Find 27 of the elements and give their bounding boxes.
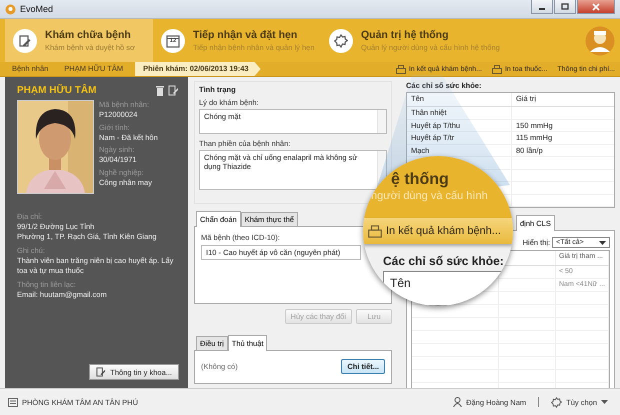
app-logo-icon — [5, 4, 16, 14]
printer-icon — [492, 64, 502, 74]
magnified-subtitle: người dùng và cấu hình — [371, 189, 489, 203]
edit-icon — [96, 367, 106, 377]
window-title: EvoMed — [20, 4, 54, 14]
gear-icon — [334, 34, 348, 48]
user-icon — [453, 397, 462, 407]
gear-icon — [551, 396, 562, 408]
minimize-button[interactable] — [531, 0, 553, 14]
calendar-icon — [166, 34, 180, 48]
notepad-icon — [18, 34, 32, 48]
magnified-action: In kết quả khám bệnh... — [386, 225, 501, 237]
edit-icon[interactable] — [168, 85, 179, 96]
magnified-heading: ệ thống — [390, 170, 450, 189]
magnified-section-title: Các chỉ số sức khỏe: — [383, 254, 505, 268]
maximize-button[interactable] — [554, 0, 576, 14]
close-icon — [592, 2, 600, 10]
doctor-logo-icon — [585, 26, 615, 56]
magnified-column-header: Tên — [390, 276, 411, 290]
caret-icon — [599, 240, 606, 244]
printer-icon — [396, 64, 406, 74]
trash-icon[interactable] — [156, 86, 164, 96]
printer-icon — [368, 224, 382, 238]
caret-icon — [601, 400, 608, 404]
close-button[interactable] — [577, 0, 615, 14]
maximize-icon — [561, 3, 569, 10]
patient-name: PHẠM HỮU TÂM — [17, 85, 96, 96]
